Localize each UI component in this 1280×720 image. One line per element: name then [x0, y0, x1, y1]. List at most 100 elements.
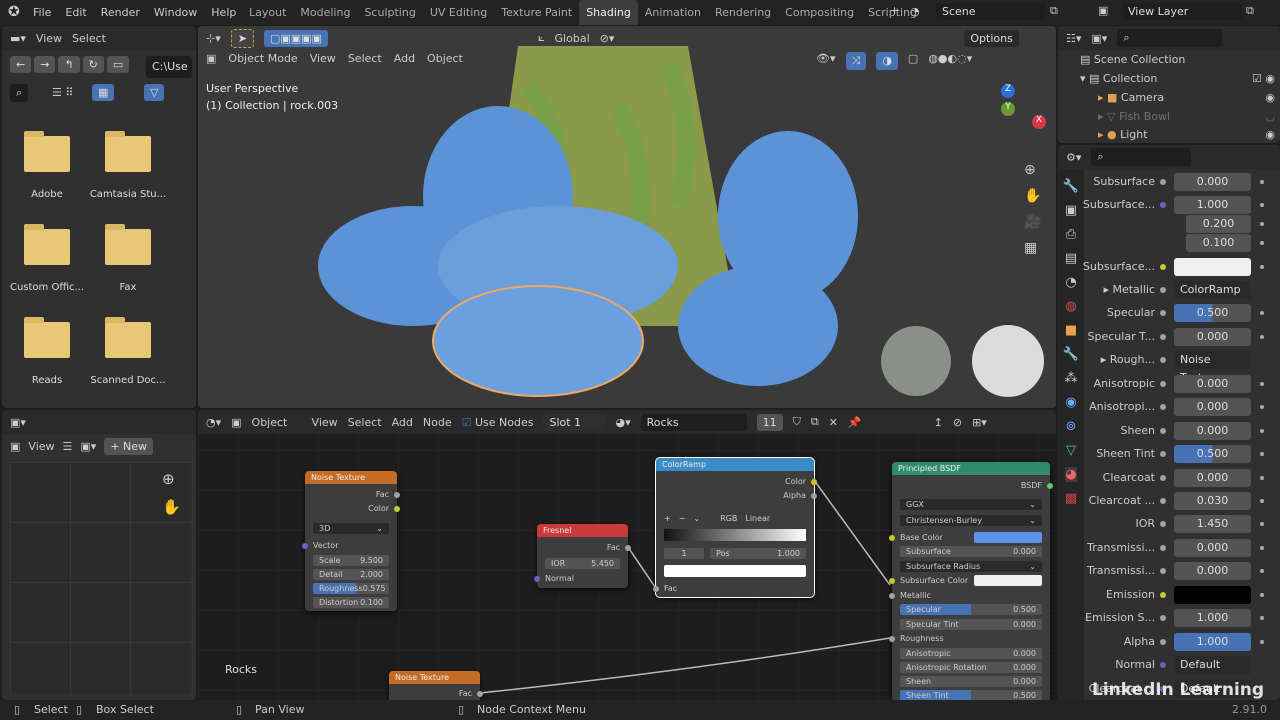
socket-icon[interactable]	[1160, 545, 1166, 551]
workspace-tab-layout[interactable]: Layout	[242, 0, 293, 25]
properties-search[interactable]: ⌕	[1091, 148, 1192, 166]
socket-fac[interactable]	[394, 492, 400, 498]
socket-icon[interactable]	[1160, 404, 1166, 410]
input-base-color[interactable]: Base Color	[900, 532, 1042, 543]
socket-icon[interactable]	[1160, 521, 1166, 527]
distribution-dropdown[interactable]: GGX ⌄	[900, 499, 1042, 510]
keyframe-dot-icon[interactable]	[1260, 569, 1264, 573]
object-icon[interactable]: ▣	[231, 416, 241, 429]
chevron-down-icon[interactable]: ⌄	[693, 513, 700, 524]
property-value[interactable]	[1174, 258, 1251, 276]
workspace-tab-shading[interactable]: Shading	[579, 0, 638, 25]
menu-view[interactable]: View	[310, 52, 336, 65]
socket-base-color[interactable]	[889, 535, 895, 541]
editor-type-icon[interactable]: ⚙▾	[1066, 151, 1081, 164]
keyframe-dot-icon[interactable]	[1260, 180, 1264, 184]
fresnel-node[interactable]: Fresnel Fac IOR 5.450 Normal	[534, 524, 631, 588]
workspace-tab-animation[interactable]: Animation	[638, 0, 708, 25]
sheen-tint-slider[interactable]: Sheen Tint 0.500	[900, 690, 1042, 700]
subsurface-field[interactable]: Subsurface 0.000	[900, 546, 1042, 557]
shader-node-editor[interactable]: ◔▾ ▣ Object View Select Add Node ☑ Use Nodes…	[198, 410, 1056, 700]
snap-icon[interactable]: ⊘	[953, 416, 962, 429]
keyframe-dot-icon[interactable]	[1260, 222, 1264, 226]
property-value[interactable]: 0.000	[1174, 173, 1251, 191]
input-subsurface-color[interactable]: Subsurface Color	[900, 575, 1042, 586]
property-value[interactable]	[1174, 586, 1251, 604]
parent-node-tree-icon[interactable]: ↥	[934, 416, 943, 429]
socket-icon[interactable]	[1160, 428, 1166, 434]
menu-file[interactable]: File	[26, 0, 58, 25]
outliner-item-camera[interactable]: ▸ ■ Camera ◉	[1098, 91, 1275, 104]
node-header[interactable]: Noise Texture	[305, 471, 397, 484]
image-canvas[interactable]	[10, 462, 190, 694]
socket-fac[interactable]	[625, 545, 631, 551]
socket-icon[interactable]	[1160, 498, 1166, 504]
display-mode-icon[interactable]: ☷▾	[1066, 32, 1081, 45]
keyframe-dot-icon[interactable]	[1260, 429, 1264, 433]
zoom-icon[interactable]: ⊕	[1024, 162, 1041, 178]
keyframe-dot-icon[interactable]	[1260, 546, 1264, 550]
path-field[interactable]: C:\Use	[146, 56, 192, 78]
users-count[interactable]: 11	[756, 413, 783, 431]
colorramp-node[interactable]: ColorRamp Color Alpha + − ⌄ RGB Linear 1 Pos…	[653, 457, 817, 598]
outliner-item-fish-bowl[interactable]: ▸ ▽ Fish Bowl ◡	[1098, 110, 1275, 123]
eye-icon[interactable]: ◉	[1265, 128, 1275, 141]
keyframe-dot-icon[interactable]	[1260, 616, 1264, 620]
use-nodes-checkbox[interactable]: ☑ Use Nodes	[462, 416, 534, 429]
socket-icon[interactable]	[1160, 475, 1166, 481]
property-value[interactable]: 0.000	[1174, 398, 1251, 416]
detail-field[interactable]: Detail 2.000	[313, 569, 389, 580]
linked-node-field[interactable]: ColorRamp	[1174, 281, 1251, 299]
keyframe-dot-icon[interactable]	[1260, 405, 1264, 409]
property-value[interactable]: 0.000	[1174, 539, 1251, 557]
dimensions-dropdown[interactable]: 3D ⌄	[313, 523, 389, 534]
editor-type-icon[interactable]: ▣▾	[10, 416, 26, 429]
forward-icon[interactable]: →	[34, 56, 56, 73]
back-icon[interactable]: ←	[10, 56, 32, 73]
hidden-eye-icon[interactable]: ◡	[1265, 110, 1275, 123]
folder-icon[interactable]	[24, 131, 70, 172]
mode-icon[interactable]: ▣	[206, 52, 216, 65]
socket-normal[interactable]	[534, 576, 540, 582]
subsurface-method-dropdown[interactable]: Christensen-Burley ⌄	[900, 515, 1042, 526]
view-dropdown[interactable]: View	[28, 440, 54, 453]
subsurface-radius-dropdown[interactable]: Subsurface Radius ⌄	[900, 561, 1042, 572]
menu-help[interactable]: Help	[204, 0, 243, 25]
color-mode-dropdown[interactable]: RGB	[720, 513, 737, 524]
socket-subsurface-color[interactable]	[889, 578, 895, 584]
folder-icon[interactable]	[105, 317, 151, 358]
visibility-icon[interactable]: 👁▾	[816, 52, 836, 70]
add-workspace-icon[interactable]: +	[890, 4, 899, 17]
socket-icon[interactable]	[1160, 264, 1166, 270]
noise-texture-node-2[interactable]: Noise Texture Fac	[389, 671, 483, 700]
scene-collection-row[interactable]: ▤ Scene Collection	[1080, 53, 1185, 66]
editor-type-icon[interactable]: ▬▾	[10, 32, 26, 45]
property-value[interactable]: 0.000	[1174, 375, 1251, 393]
filter-view-icon[interactable]: ▣▾	[1091, 32, 1107, 45]
anisotropic-rotation-field[interactable]: Anisotropic Rotation 0.000	[900, 662, 1042, 673]
menu-add[interactable]: Add	[394, 52, 415, 65]
socket-icon[interactable]	[1160, 662, 1166, 668]
menu-view[interactable]: View	[312, 416, 338, 429]
display-mode-icons[interactable]: ☰ ⠿	[52, 86, 73, 99]
property-value[interactable]: 0.000	[1174, 562, 1251, 580]
interpolation-dropdown[interactable]: Linear	[745, 513, 770, 524]
menu-select[interactable]: Select	[348, 52, 382, 65]
socket-roughness[interactable]	[889, 636, 895, 642]
eye-icon[interactable]: ☑ ◉	[1252, 72, 1275, 85]
property-value[interactable]: 1.000	[1174, 609, 1251, 627]
socket-icon[interactable]	[1160, 202, 1166, 208]
socket-fac[interactable]	[477, 691, 483, 697]
folder-icon[interactable]	[105, 131, 151, 172]
view-layer-icon[interactable]: ▣	[1098, 4, 1108, 17]
property-value[interactable]: 0.500	[1174, 304, 1251, 322]
workspace-tab-texture-paint[interactable]: Texture Paint	[494, 0, 579, 25]
node-header[interactable]: Noise Texture	[389, 671, 480, 684]
noise-texture-node[interactable]: Noise Texture Fac Color 3D ⌄ Vector Scale…	[302, 471, 400, 611]
gizmo-toggle-icon[interactable]: ⤨	[845, 52, 867, 70]
folder-icon[interactable]	[24, 317, 70, 358]
socket-color[interactable]	[811, 479, 817, 485]
folder-icon[interactable]	[105, 224, 151, 265]
hamburger-menu-icon[interactable]: ☰	[63, 440, 73, 453]
unlink-icon[interactable]: ✕	[829, 416, 838, 429]
